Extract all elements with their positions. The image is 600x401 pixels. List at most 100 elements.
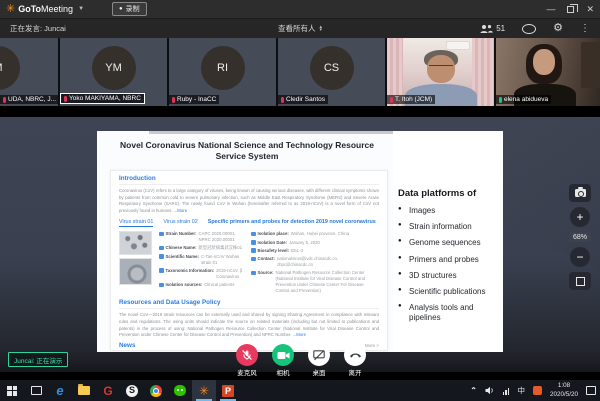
app-menu[interactable]: ✳ GoToMeeting ▼ xyxy=(6,4,84,15)
windows-logo-icon xyxy=(7,386,17,396)
intro-text: Coronavirus (CoV) refers to a large cate… xyxy=(119,188,379,213)
network-icon[interactable] xyxy=(503,387,510,395)
muted-mic-icon xyxy=(172,97,175,103)
zoom-out-button[interactable]: − xyxy=(570,247,590,267)
zoom-level-badge: 68% xyxy=(569,232,591,242)
zoom-in-button[interactable]: + xyxy=(570,207,590,227)
field-icon xyxy=(159,246,164,251)
record-button[interactable]: ● 录制 xyxy=(112,2,147,16)
field-icon xyxy=(251,232,256,237)
participant-name: UDA, NBRC, J... xyxy=(8,96,56,103)
attendees-button[interactable]: 51 xyxy=(480,24,505,34)
participant-tile[interactable]: YM Yoko MAKIYAMA, NBRC xyxy=(60,38,167,106)
news-more-link[interactable]: More > xyxy=(365,343,379,348)
shared-slide: Novel Coronavirus National Science and T… xyxy=(97,131,503,352)
meeting-toolbar: 正在发言: Juncai 查看所有人 ▴▾ 51 ⚙ ⋮ xyxy=(0,18,600,38)
intro-more-link[interactable]: ...More xyxy=(174,208,187,213)
edge-taskbar-button[interactable]: e xyxy=(48,380,72,401)
camera-toggle-button[interactable] xyxy=(272,344,294,366)
field-value: BSL-3 xyxy=(291,248,303,254)
participant-video-tile[interactable]: elena abidueva xyxy=(496,38,600,106)
more-options-icon[interactable]: ⋮ xyxy=(580,24,590,34)
ime-indicator[interactable]: 中 xyxy=(517,385,525,396)
field-icon xyxy=(159,283,164,288)
browser-strip xyxy=(149,131,393,134)
screen-share-button[interactable] xyxy=(308,344,330,366)
webpage-screenshot: Novel Coronavirus National Science and T… xyxy=(97,131,393,352)
field-icon xyxy=(251,257,256,262)
video-camera-icon xyxy=(277,351,290,360)
participant-video-tile[interactable]: T. Itoh (JCM) xyxy=(387,38,494,106)
restore-button[interactable] xyxy=(567,6,574,13)
participant-tile[interactable]: RI Ruby - InaCC xyxy=(169,38,276,106)
participant-filmstrip: M UDA, NBRC, J... YM Yoko MAKIYAMA, NBRC… xyxy=(0,38,600,106)
data-platforms-heading: Data platforms of xyxy=(398,188,501,199)
task-view-button[interactable] xyxy=(24,380,48,401)
chat-icon[interactable] xyxy=(522,24,536,34)
hidden-icons-button[interactable]: ⌃ xyxy=(470,386,477,395)
tab-primers-probes[interactable]: Specific primers and probes for detectio… xyxy=(208,219,376,228)
app-g-button[interactable]: G xyxy=(96,380,120,401)
gotomeeting-taskbar-button[interactable]: ✳ xyxy=(192,380,216,401)
file-explorer-button[interactable] xyxy=(72,380,96,401)
participant-name: Yoko MAKIYAMA, NBRC xyxy=(69,95,141,102)
micrograph-thumbnail[interactable] xyxy=(119,231,152,255)
person-silhouette xyxy=(533,49,555,75)
bullet-item: Genome sequences xyxy=(398,238,501,248)
attendee-count: 51 xyxy=(496,24,505,33)
field-value: January 6, 2020 xyxy=(289,240,320,246)
system-tray: ⌃ 中 1:08 2020/5/20 xyxy=(470,382,600,400)
tab-virus-strain-02[interactable]: Virus strain 02 xyxy=(163,219,197,228)
field-label: Isolation sources: xyxy=(166,282,203,288)
avatar: CS xyxy=(310,46,354,90)
speaker-icon[interactable] xyxy=(485,386,495,395)
gotomeeting-window: ✳ GoToMeeting ▼ ● 录制 — ✕ 正在发言: Juncai 查看… xyxy=(0,0,600,401)
bullet-item: Strain information xyxy=(398,222,501,232)
close-button[interactable]: ✕ xyxy=(586,4,594,15)
start-button[interactable] xyxy=(0,380,24,401)
field-label: Biosafety level: xyxy=(258,248,290,254)
active-speaker-label: 正在发言: Juncai xyxy=(10,23,66,34)
settings-gear-icon[interactable]: ⚙ xyxy=(553,23,563,34)
sogou-button[interactable]: S xyxy=(120,380,144,401)
powerpoint-button[interactable]: P xyxy=(216,380,240,401)
bullet-item: Images xyxy=(398,206,501,216)
participant-tile[interactable]: CS Cledir Santos xyxy=(278,38,385,106)
action-center-icon[interactable] xyxy=(586,386,596,395)
bullet-item: Analysis tools and pipelines xyxy=(398,303,501,323)
page-title: Novel Coronavirus National Science and T… xyxy=(107,140,387,163)
stage: Novel Coronavirus National Science and T… xyxy=(0,106,600,380)
tray-app-icon[interactable] xyxy=(533,386,542,395)
field-icon xyxy=(159,254,164,259)
shared-screen: Novel Coronavirus National Science and T… xyxy=(0,117,600,372)
field-label: Isolation Date: xyxy=(258,240,288,246)
bullet-item: Primers and probes xyxy=(398,255,501,265)
mic-label: 麦克风 xyxy=(237,367,257,377)
field-value: 新型冠状病毒武汉株01 xyxy=(199,245,242,251)
tab-virus-strain-01[interactable]: Virus strain 01 xyxy=(119,219,153,228)
gotomeeting-logo-icon: ✳ xyxy=(6,4,15,15)
policy-more-link[interactable]: ...More xyxy=(293,332,306,337)
participant-tile[interactable]: M UDA, NBRC, J... xyxy=(0,38,58,106)
chrome-button[interactable] xyxy=(144,380,168,401)
field-icon xyxy=(159,232,164,237)
view-all-dropdown[interactable]: 查看所有人 ▴▾ xyxy=(278,23,322,34)
sogou-icon: S xyxy=(126,385,138,397)
leave-meeting-button[interactable] xyxy=(344,344,366,366)
microphone-toggle-button[interactable] xyxy=(236,344,258,366)
snapshot-camera-button[interactable] xyxy=(569,184,591,202)
minimize-button[interactable]: — xyxy=(546,4,555,14)
field-label: Strain Number: xyxy=(166,231,197,243)
muted-mic-icon xyxy=(390,97,393,103)
wechat-button[interactable] xyxy=(168,380,192,401)
participant-name: Ruby - InaCC xyxy=(177,96,216,103)
live-mic-icon xyxy=(499,97,502,103)
micrograph-thumbnail[interactable] xyxy=(119,258,152,285)
app-title: GoToMeeting xyxy=(18,4,73,14)
layout-button[interactable] xyxy=(569,272,591,290)
record-dot-icon: ● xyxy=(119,6,123,12)
view-all-label: 查看所有人 xyxy=(278,23,316,34)
desktop-label: 桌面 xyxy=(313,367,326,377)
muted-mic-icon xyxy=(64,96,67,102)
taskbar-clock[interactable]: 1:08 2020/5/20 xyxy=(550,382,578,400)
